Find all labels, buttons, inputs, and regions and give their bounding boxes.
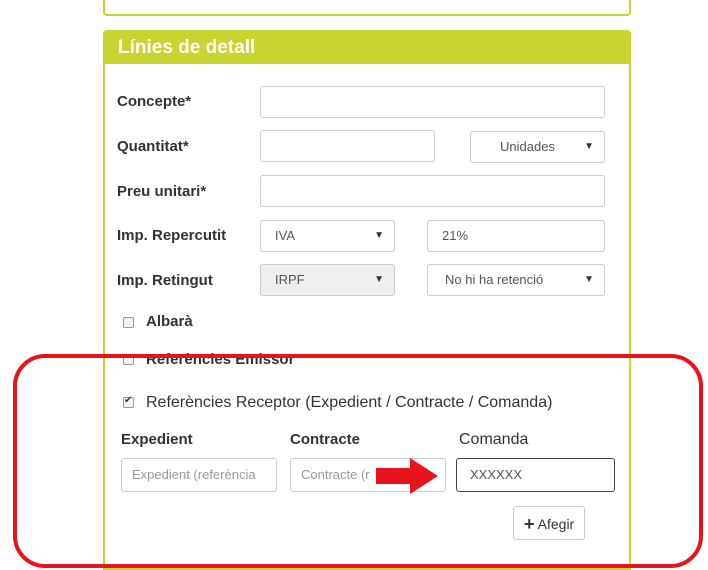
chevron-down-icon: ▼	[584, 274, 594, 285]
unit-select-value: Unidades	[500, 139, 555, 154]
quantitat-input[interactable]	[260, 130, 435, 162]
retingut-type-value: IRPF	[275, 272, 305, 287]
retingut-rate-select[interactable]: No hi ha retenció ▼	[427, 264, 605, 296]
repercutit-type-value: IVA	[275, 228, 295, 243]
highlight-annotation	[13, 354, 703, 568]
concepte-input[interactable]	[260, 86, 605, 118]
unit-select[interactable]: Unidades ▼	[470, 131, 605, 163]
preu-input[interactable]	[260, 175, 605, 207]
repercutit-label: Imp. Repercutit	[117, 227, 227, 244]
chevron-down-icon: ▼	[584, 141, 594, 152]
chevron-down-icon: ▼	[374, 274, 384, 285]
previous-panel-bottom	[103, 0, 631, 16]
albara-checkbox[interactable]	[123, 317, 134, 328]
retingut-rate-value: No hi ha retenció	[445, 272, 544, 287]
retingut-type-select: IRPF ▼	[260, 264, 395, 296]
quantitat-label: Quantitat*	[117, 138, 189, 155]
preu-label: Preu unitari*	[117, 183, 207, 200]
repercutit-rate-input[interactable]: 21%	[427, 220, 605, 252]
albara-label: Albarà	[146, 313, 193, 330]
retingut-label: Imp. Retingut	[117, 272, 213, 289]
repercutit-type-select[interactable]: IVA ▼	[260, 220, 395, 252]
panel-title: Línies de detall	[105, 32, 629, 64]
concepte-label: Concepte*	[117, 93, 192, 110]
chevron-down-icon: ▼	[374, 230, 384, 241]
